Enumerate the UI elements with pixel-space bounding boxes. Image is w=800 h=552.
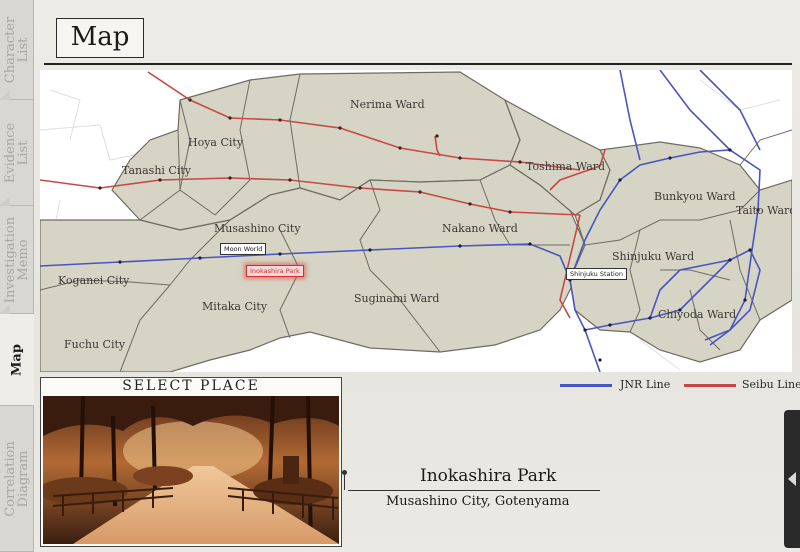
- tokyo-map[interactable]: Nerima Ward Hoya City Tanashi City Toshi…: [40, 70, 792, 372]
- place-pointer-line: [344, 472, 345, 490]
- place-photo: [43, 396, 339, 544]
- tab-notch: [0, 304, 10, 314]
- station-moon-world[interactable]: Moon World: [220, 243, 267, 255]
- ward-label-nerima: Nerima Ward: [350, 98, 425, 111]
- ward-label-koganei: Koganei City: [58, 274, 130, 287]
- legend-seibu-label: Seibu Line: [742, 378, 800, 391]
- tab-evidence-list-label: Evidence List: [2, 122, 31, 183]
- tab-character-list[interactable]: Character List: [0, 0, 34, 100]
- ward-label-chiyoda: Chiyoda Ward: [658, 308, 737, 321]
- ward-label-musashino: Musashino City: [214, 222, 301, 235]
- legend-jnr-swatch: [560, 384, 612, 387]
- park-photo-illustration: [43, 396, 339, 544]
- ward-label-taito: Taito Ward: [736, 204, 792, 217]
- legend-seibu: Seibu Line: [684, 378, 800, 392]
- ward-label-shinjuku: Shinjuku Ward: [612, 250, 695, 263]
- tab-investigation-memo[interactable]: Investigation Memo: [0, 206, 34, 314]
- ward-label-toshima: Toshima Ward: [526, 160, 606, 173]
- scroll-handle[interactable]: [784, 410, 800, 548]
- tab-investigation-memo-label: Investigation Memo: [2, 216, 31, 303]
- select-place-title: SELECT PLACE: [122, 378, 260, 394]
- ward-label-fuchu: Fuchu City: [64, 338, 126, 351]
- ward-label-nakano: Nakano Ward: [442, 222, 518, 235]
- side-tab-bar: Character List Evidence List Investigati…: [0, 0, 34, 552]
- tab-map-label: Map: [9, 343, 25, 376]
- map-graphic: [40, 70, 792, 372]
- arrow-left-icon[interactable]: [788, 472, 796, 486]
- legend-jnr: JNR Line: [560, 378, 680, 392]
- place-divider: [348, 490, 600, 491]
- station-shinjuku[interactable]: Shinjuku Station: [566, 268, 627, 280]
- page-title-box: Map: [56, 18, 144, 58]
- station-inokashira-park[interactable]: Inokashira Park: [246, 265, 304, 277]
- tab-character-list-label: Character List: [2, 16, 31, 83]
- ward-label-hoya: Hoya City: [188, 136, 244, 149]
- tab-correlation-diagram[interactable]: Correlation Diagram: [0, 406, 34, 552]
- tab-notch: [0, 90, 10, 100]
- legend-jnr-label: JNR Line: [620, 378, 671, 391]
- tab-correlation-diagram-label: Correlation Diagram: [2, 440, 31, 517]
- place-address: Musashino City, Gotenyama: [386, 494, 570, 509]
- ward-label-mitaka: Mitaka City: [202, 300, 268, 313]
- page-title: Map: [70, 22, 130, 52]
- tab-notch: [0, 196, 10, 206]
- ward-label-tanashi: Tanashi City: [122, 164, 191, 177]
- ward-label-suginami: Suginami Ward: [354, 292, 440, 305]
- select-place-panel[interactable]: SELECT PLACE: [40, 377, 342, 547]
- legend-seibu-swatch: [684, 384, 736, 387]
- tab-map[interactable]: Map: [0, 314, 34, 406]
- header-divider: [44, 63, 792, 65]
- ward-label-bunkyou: Bunkyou Ward: [654, 190, 736, 203]
- land-regions: [40, 71, 792, 372]
- place-name: Inokashira Park: [420, 466, 557, 486]
- tab-evidence-list[interactable]: Evidence List: [0, 100, 34, 206]
